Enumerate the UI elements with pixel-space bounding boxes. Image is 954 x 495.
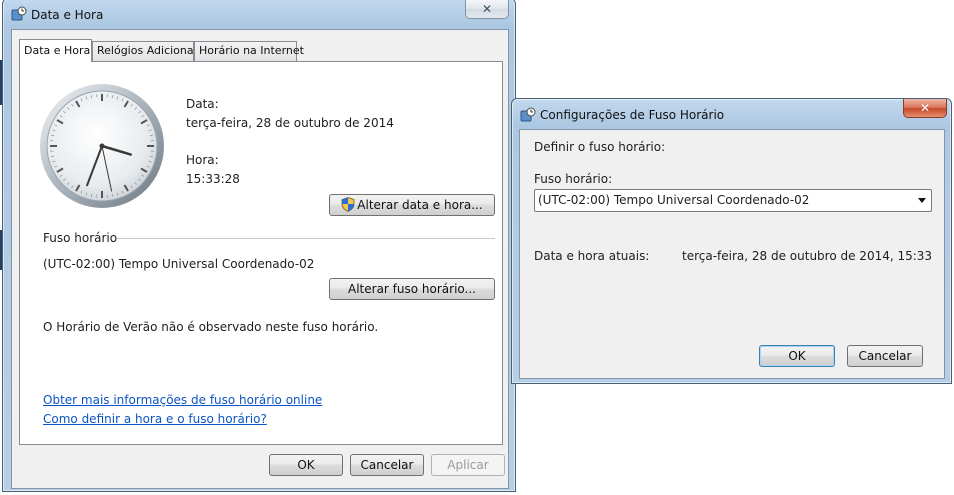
ok-button[interactable]: OK bbox=[269, 454, 343, 476]
dst-note: O Horário de Verão não é observado neste… bbox=[43, 320, 379, 334]
how-to-set-time-link[interactable]: Como definir a hora e o fuso horário? bbox=[43, 412, 267, 426]
timezone-section-label: Fuso horário bbox=[43, 231, 118, 245]
time-value: 15:33:28 bbox=[186, 172, 240, 186]
timezone-select-value: (UTC-02:00) Tempo Universal Coordenado-0… bbox=[538, 193, 810, 207]
dialog-close-button[interactable]: ✕ bbox=[903, 99, 947, 118]
timezone-settings-dialog: Configurações de Fuso Horário ✕ Definir … bbox=[511, 98, 952, 384]
cancel-button[interactable]: Cancelar bbox=[350, 454, 424, 476]
more-timezone-info-link[interactable]: Obter mais informações de fuso horário o… bbox=[43, 393, 322, 407]
time-label: Hora: bbox=[186, 153, 219, 167]
dialog-ok-button[interactable]: OK bbox=[759, 345, 835, 367]
tab-date-time[interactable]: Data e Hora bbox=[19, 39, 92, 62]
change-date-time-button[interactable]: Alterar data e hora... bbox=[329, 194, 495, 216]
dialog-cancel-button[interactable]: Cancelar bbox=[847, 345, 923, 367]
current-datetime-value: terça-feira, 28 de outubro de 2014, 15:3… bbox=[682, 249, 933, 263]
tab-additional-clocks[interactable]: Relógios Adicionais bbox=[92, 41, 202, 61]
current-datetime-label: Data e hora atuais: bbox=[534, 249, 650, 263]
apply-button[interactable]: Aplicar bbox=[431, 454, 505, 476]
set-timezone-heading: Definir o fuso horário: bbox=[534, 140, 666, 154]
timezone-field-label: Fuso horário: bbox=[534, 172, 613, 186]
timezone-select[interactable]: (UTC-02:00) Tempo Universal Coordenado-0… bbox=[534, 189, 932, 212]
tab-panel-date-time: Data: terça-feira, 28 de outubro de 2014… bbox=[19, 61, 503, 445]
window-client-area: Data e Hora Relógios Adicionais Horário … bbox=[11, 29, 509, 489]
close-icon: ✕ bbox=[919, 101, 931, 115]
change-timezone-button[interactable]: Alterar fuso horário... bbox=[329, 278, 495, 300]
close-icon: ✕ bbox=[481, 2, 493, 16]
dialog-client-area: Definir o fuso horário: Fuso horário: (U… bbox=[519, 129, 945, 379]
timezone-separator bbox=[117, 238, 495, 239]
dialog-title: Configurações de Fuso Horário bbox=[540, 108, 725, 122]
close-button[interactable]: ✕ bbox=[465, 0, 509, 19]
change-date-time-label: Alterar data e hora... bbox=[357, 198, 483, 212]
window-title: Data e Hora bbox=[31, 8, 104, 22]
clock-globe-icon bbox=[520, 107, 536, 122]
date-value: terça-feira, 28 de outubro de 2014 bbox=[186, 116, 394, 130]
uac-shield-icon bbox=[341, 197, 355, 212]
chevron-down-icon[interactable] bbox=[918, 198, 926, 203]
date-time-window: Data e Hora ✕ Data e Hora Relógios Adici… bbox=[2, 0, 516, 492]
timezone-value: (UTC-02:00) Tempo Universal Coordenado-0… bbox=[43, 257, 315, 271]
tab-internet-time[interactable]: Horário na Internet bbox=[194, 41, 304, 61]
date-label: Data: bbox=[186, 97, 219, 111]
analog-clock bbox=[40, 84, 164, 208]
clock-globe-icon bbox=[11, 6, 27, 21]
